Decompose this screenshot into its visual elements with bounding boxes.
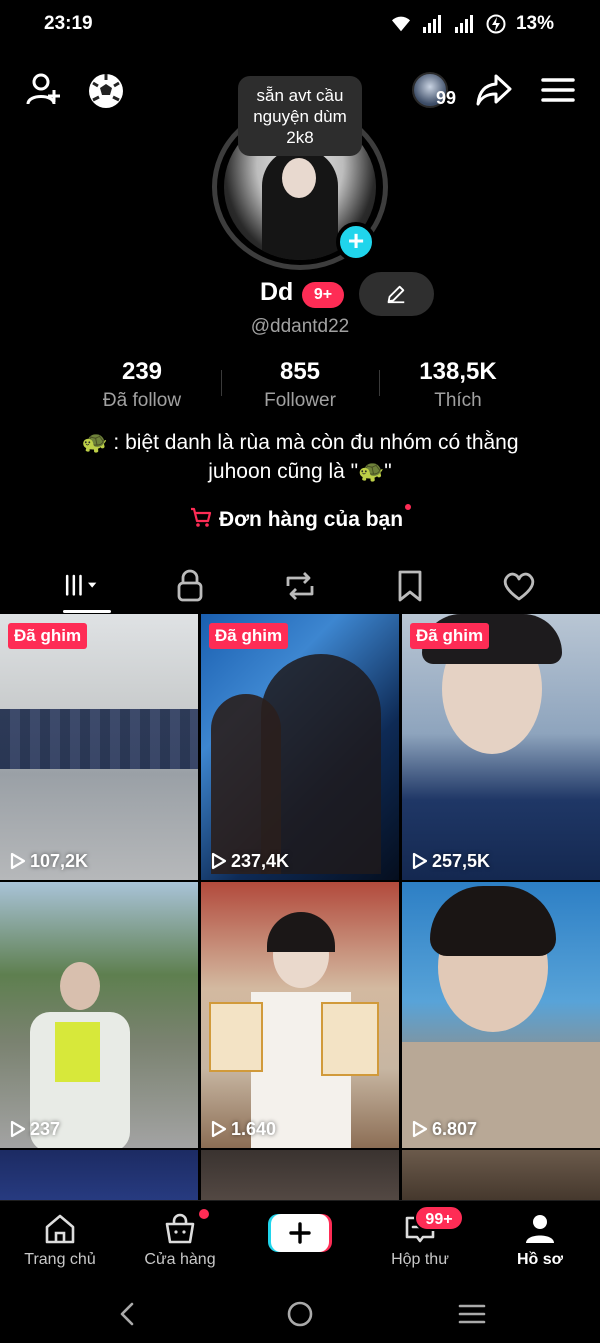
create-post-button[interactable]	[268, 1214, 332, 1252]
home-circle-icon[interactable]	[284, 1298, 316, 1330]
video-grid: Đã ghim 107,2K Đã ghim 237,4K Đã ghim 25…	[0, 614, 600, 1214]
pinned-badge: Đã ghim	[8, 623, 88, 649]
tab-liked-heart-icon[interactable]	[499, 566, 539, 606]
profile-handle: @ddantd22	[250, 316, 350, 337]
view-count: 107,2K	[10, 851, 88, 872]
play-icon	[412, 852, 428, 870]
tab-private-lock-icon[interactable]	[170, 566, 210, 606]
video-thumbnail[interactable]: 6.807	[402, 882, 600, 1148]
shop-notification-dot	[199, 1209, 209, 1219]
profile-bio: 🐢 : biệt danh là rùa mà còn đu nhóm có t…	[81, 431, 519, 483]
orders-link[interactable]: Đơn hàng của bạn	[0, 504, 600, 532]
view-count: 1.640	[211, 1119, 276, 1140]
battery-percent: 13%	[515, 13, 554, 34]
inbox-badge: 99+	[414, 1205, 464, 1231]
back-icon[interactable]	[112, 1298, 144, 1330]
status-time: 23:19	[44, 13, 93, 34]
play-icon	[10, 1120, 26, 1138]
play-icon	[10, 852, 26, 870]
tab-reposts-icon[interactable]	[280, 566, 320, 606]
video-thumbnail[interactable]: 1.640	[201, 882, 399, 1148]
profile-views-count: 99	[436, 88, 457, 108]
cart-icon	[190, 507, 212, 527]
status-indicators: 13%	[390, 13, 554, 35]
edit-profile-button[interactable]	[359, 272, 434, 316]
view-count: 257,5K	[412, 851, 490, 872]
play-icon	[211, 1120, 227, 1138]
add-story-button[interactable]: +	[336, 222, 376, 262]
video-thumbnail[interactable]: 237	[0, 882, 198, 1148]
pinned-badge: Đã ghim	[209, 623, 289, 649]
likes-stat[interactable]: 138,5K Thích	[378, 358, 538, 412]
pinned-badge: Đã ghim	[410, 623, 490, 649]
profile-name-row: Dd 9+	[0, 272, 600, 316]
signal-icon	[422, 15, 441, 33]
status-bar: 23:19 13%	[0, 0, 600, 50]
nav-profile[interactable]: Hồ sơ	[480, 1211, 600, 1269]
wifi-icon	[391, 16, 410, 32]
home-icon	[45, 1214, 75, 1244]
followers-stat[interactable]: 855 Follower	[220, 358, 380, 412]
tab-videos-grid-icon[interactable]	[63, 566, 103, 606]
battery-saver-icon	[486, 14, 506, 34]
nav-home[interactable]: Trang chủ	[0, 1211, 120, 1269]
recents-icon[interactable]	[456, 1298, 488, 1330]
play-icon	[412, 1120, 428, 1138]
view-count: 6.807	[412, 1119, 477, 1140]
profile-name: Dd	[260, 278, 294, 306]
menu-icon[interactable]	[538, 70, 578, 110]
signal-icon-2	[454, 15, 473, 33]
shopping-bag-icon	[165, 1213, 195, 1244]
active-tab-indicator	[63, 610, 111, 613]
video-thumbnail[interactable]: Đã ghim 257,5K	[402, 614, 600, 880]
nav-shop[interactable]: Cửa hàng	[120, 1211, 240, 1269]
system-navigation-bar	[0, 1288, 600, 1343]
profile-stats: 239 Đã follow 855 Follower 138,5K Thích	[0, 358, 600, 418]
tab-saved-bookmark-icon[interactable]	[390, 566, 430, 606]
pencil-icon	[387, 285, 405, 304]
add-friend-icon[interactable]	[24, 70, 64, 110]
note-bubble[interactable]: sẵn avt cầu nguyện dùm 2k8	[238, 76, 362, 156]
orders-dot	[405, 504, 412, 510]
view-count: 237	[10, 1119, 60, 1140]
play-icon	[211, 852, 227, 870]
profile-person-icon	[526, 1215, 554, 1243]
following-stat[interactable]: 239 Đã follow	[62, 358, 222, 412]
view-count: 237,4K	[211, 851, 289, 872]
notification-badge[interactable]: 9+	[302, 282, 344, 308]
bottom-navigation: Trang chủ Cửa hàng Hộp thư 99+ Hồ sơ	[0, 1200, 600, 1288]
video-thumbnail[interactable]: Đã ghim 107,2K	[0, 614, 198, 880]
video-thumbnail[interactable]: Đã ghim 237,4K	[201, 614, 399, 880]
soccer-ball-icon[interactable]	[86, 71, 126, 111]
share-icon[interactable]	[474, 70, 514, 110]
profile-tabs	[0, 560, 600, 613]
